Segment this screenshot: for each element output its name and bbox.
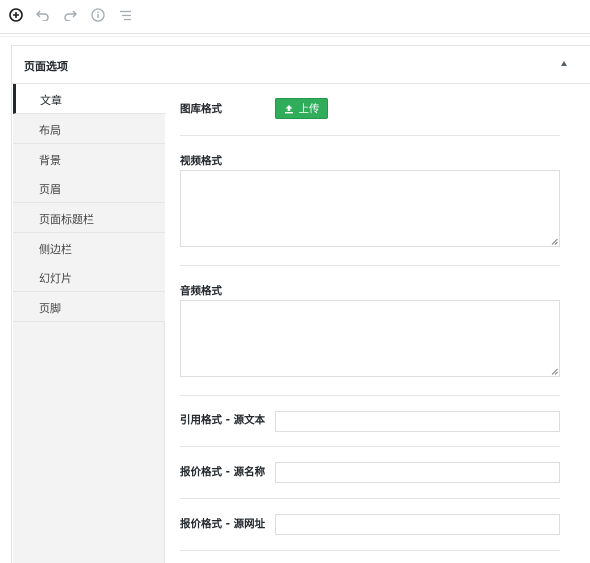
metabox-header[interactable]: 页面选项 (12, 46, 590, 84)
tab-page-title-bar[interactable]: 页面标题栏 (13, 203, 165, 233)
audio-format-textarea[interactable] (180, 300, 560, 377)
resize-grip-icon[interactable] (551, 238, 558, 245)
tab-label: 布局 (39, 124, 61, 137)
link-source-url-label: 报价格式 - 源网址 (180, 518, 266, 530)
field-divider (180, 550, 560, 551)
field-divider (180, 498, 560, 499)
link-source-name-label: 报价格式 - 源名称 (180, 466, 266, 478)
list-view-icon[interactable] (117, 7, 133, 23)
tab-label: 页面标题栏 (39, 213, 94, 226)
upload-label: 上传 (298, 103, 320, 115)
info-icon[interactable] (90, 7, 106, 23)
link-source-name-input[interactable] (275, 462, 560, 483)
undo-icon[interactable] (35, 7, 51, 23)
tab-background[interactable]: 背景 (13, 144, 165, 174)
tab-layout[interactable]: 布局 (13, 114, 165, 144)
field-divider (180, 446, 560, 447)
tab-footer[interactable]: 页脚 (13, 292, 165, 322)
tab-label: 页眉 (39, 183, 61, 196)
tab-header[interactable]: 页眉 (13, 173, 165, 203)
collapse-arrow-icon[interactable] (561, 61, 567, 66)
tab-label: 侧边栏 (39, 243, 72, 256)
toolbar-divider-secondary (0, 36, 590, 37)
audio-format-label: 音频格式 (180, 285, 222, 297)
tab-label: 幻灯片 (39, 272, 72, 285)
tab-post[interactable]: 文章 (13, 84, 166, 114)
quote-source-text-input[interactable] (275, 411, 560, 432)
tab-label: 背景 (39, 154, 61, 167)
upload-icon (284, 104, 293, 113)
tab-sidebar[interactable]: 侧边栏 (13, 233, 165, 263)
toolbar-divider (0, 33, 590, 34)
quote-source-text-label: 引用格式 - 源文本 (180, 414, 266, 426)
upload-button[interactable]: 上传 (275, 98, 328, 119)
field-divider (180, 395, 560, 396)
add-block-icon[interactable] (8, 7, 24, 23)
field-divider (180, 265, 560, 266)
options-sidebar: 文章 布局 背景 页眉 页面标题栏 侧边栏 幻灯片 页脚 (13, 84, 166, 563)
tab-label: 文章 (40, 94, 62, 107)
video-format-label: 视频格式 (180, 155, 222, 167)
redo-icon[interactable] (62, 7, 78, 23)
link-source-url-input[interactable] (275, 514, 560, 535)
gallery-format-label: 图库格式 (180, 103, 222, 115)
video-format-textarea[interactable] (180, 170, 560, 247)
tab-slider[interactable]: 幻灯片 (13, 262, 165, 292)
tab-label: 页脚 (39, 302, 61, 315)
editor-toolbar (0, 0, 590, 32)
field-divider (180, 135, 560, 136)
resize-grip-icon[interactable] (551, 368, 558, 375)
metabox-title: 页面选项 (24, 60, 68, 73)
